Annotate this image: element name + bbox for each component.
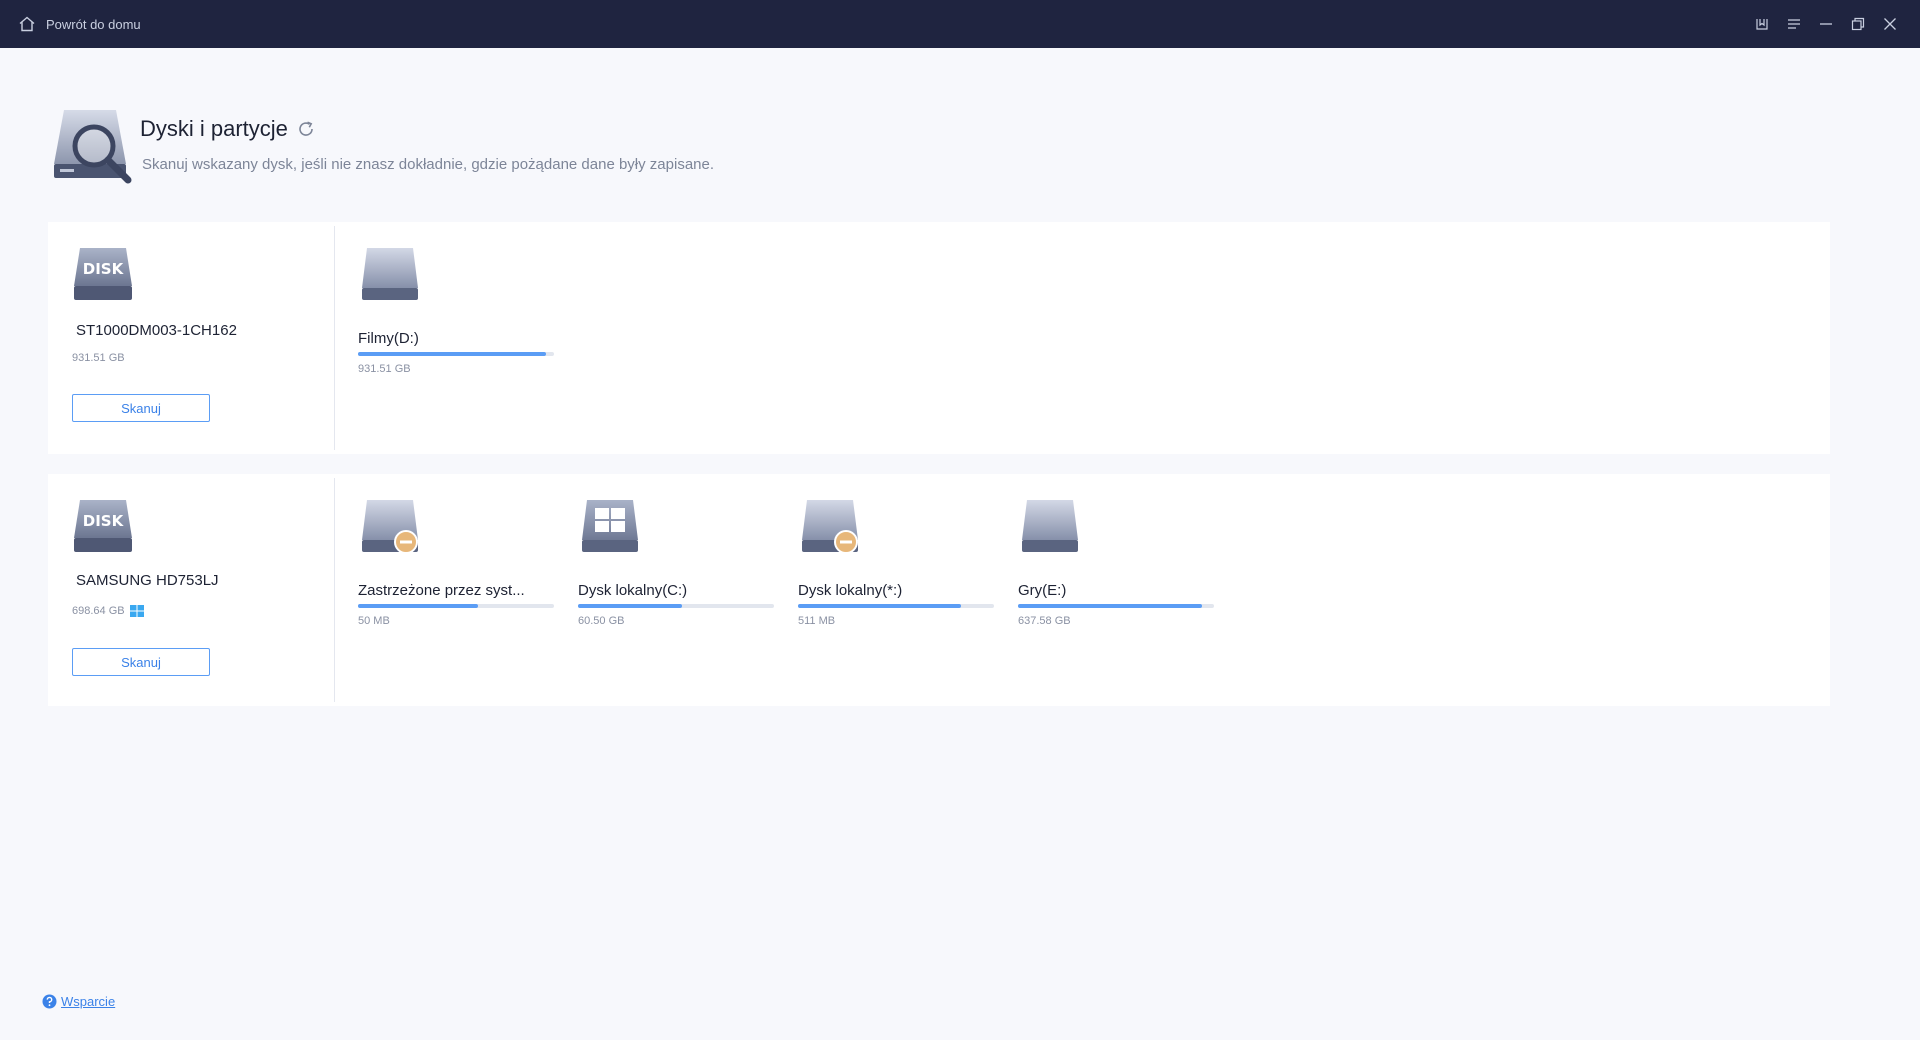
partition-usage-bar <box>358 604 554 608</box>
windows-icon <box>129 605 144 617</box>
reserved-drive-icon <box>362 500 418 554</box>
menu-button[interactable] <box>1778 8 1810 40</box>
home-button[interactable]: Powrót do domu <box>0 0 141 48</box>
partition-name: Dysk lokalny(*:) <box>798 582 903 599</box>
page-header: Dyski i partycje Skanuj wskazany dysk, j… <box>54 106 1054 190</box>
partition-filmy-d[interactable]: Filmy(D:) 931.51 GB <box>358 222 558 375</box>
restore-icon <box>1851 17 1865 31</box>
partition-name: Dysk lokalny(C:) <box>578 582 688 599</box>
partition-name: Zastrzeżone przez syst... <box>358 582 525 599</box>
scan-button[interactable]: Skanuj <box>72 648 210 676</box>
partition-gry-e[interactable]: Gry(E:) 637.58 GB <box>1018 474 1218 627</box>
page-title: Dyski i partycje <box>140 116 316 142</box>
disk-name: ST1000DM003-1CH162 <box>76 322 237 339</box>
close-icon <box>1884 18 1896 30</box>
bookmark-icon <box>1756 19 1768 30</box>
disk-size: 698.64 GB <box>72 604 145 618</box>
help-icon <box>42 994 57 1009</box>
partition-usage-bar <box>578 604 774 608</box>
close-button[interactable] <box>1874 8 1906 40</box>
drive-icon <box>362 248 418 300</box>
partition-local-c[interactable]: Dysk lokalny(C:) 60.50 GB <box>578 474 778 627</box>
scan-button[interactable]: Skanuj <box>72 394 210 422</box>
title-bar: Powrót do domu <box>0 0 1920 48</box>
partition-name: Gry(E:) <box>1018 582 1067 599</box>
partition-usage-bar <box>798 604 994 608</box>
disk-name: SAMSUNG HD753LJ <box>76 572 219 589</box>
partition-usage-fill <box>578 604 682 608</box>
disk-search-icon <box>54 110 132 184</box>
minimize-icon <box>1820 23 1832 25</box>
partition-size: 511 MB <box>798 615 836 627</box>
support-link[interactable]: Wsparcie <box>42 994 115 1009</box>
partition-usage-fill <box>798 604 961 608</box>
hard-disk-icon: DISK <box>74 248 132 300</box>
minimize-button[interactable] <box>1810 8 1842 40</box>
partition-list: Filmy(D:) 931.51 GB <box>358 222 1758 454</box>
drive-icon <box>1022 500 1078 552</box>
disk-size-text: 931.51 GB <box>72 352 125 364</box>
disk-card: DISK SAMSUNG HD753LJ 698.64 GB Skanuj Za… <box>48 474 1830 706</box>
partition-local-star[interactable]: Dysk lokalny(*:) 511 MB <box>798 474 998 627</box>
hard-disk-icon: DISK <box>74 500 132 552</box>
disk-card: DISK ST1000DM003-1CH162 931.51 GB Skanuj… <box>48 222 1830 454</box>
partition-reserved[interactable]: Zastrzeżone przez syst... 50 MB <box>358 474 558 627</box>
menu-icon <box>1788 19 1800 29</box>
partition-list: Zastrzeżone przez syst... 50 MB Dysk lok… <box>358 474 1758 706</box>
partition-size: 931.51 GB <box>358 363 411 375</box>
home-label: Powrót do domu <box>46 16 141 32</box>
disk-info: DISK SAMSUNG HD753LJ 698.64 GB Skanuj <box>48 474 334 706</box>
disk-size-text: 698.64 GB <box>72 605 125 617</box>
partition-size: 637.58 GB <box>1018 615 1071 627</box>
restore-button[interactable] <box>1842 8 1874 40</box>
disk-divider <box>334 226 335 450</box>
partition-usage-fill <box>1018 604 1203 608</box>
partition-name: Filmy(D:) <box>358 330 419 347</box>
reserved-drive-icon <box>802 500 858 554</box>
partition-usage-bar <box>1018 604 1214 608</box>
disk-info: DISK ST1000DM003-1CH162 931.51 GB Skanuj <box>48 222 334 454</box>
disk-size: 931.51 GB <box>72 352 125 364</box>
support-label: Wsparcie <box>61 994 116 1009</box>
disk-divider <box>334 478 335 702</box>
bookmark-button[interactable] <box>1746 8 1778 40</box>
svg-text:DISK: DISK <box>83 260 125 278</box>
windows-drive-icon <box>582 500 638 552</box>
partition-size: 50 MB <box>358 615 390 627</box>
window-controls <box>1746 0 1906 48</box>
partition-usage-bar <box>358 352 554 356</box>
svg-text:DISK: DISK <box>83 512 125 530</box>
page-title-text: Dyski i partycje <box>140 116 288 141</box>
partition-usage-fill <box>358 604 478 608</box>
page-subtitle: Skanuj wskazany dysk, jeśli nie znasz do… <box>142 156 715 173</box>
partition-usage-fill <box>358 352 547 356</box>
refresh-icon[interactable] <box>296 119 316 139</box>
partition-size: 60.50 GB <box>578 615 625 627</box>
home-icon <box>19 16 35 32</box>
